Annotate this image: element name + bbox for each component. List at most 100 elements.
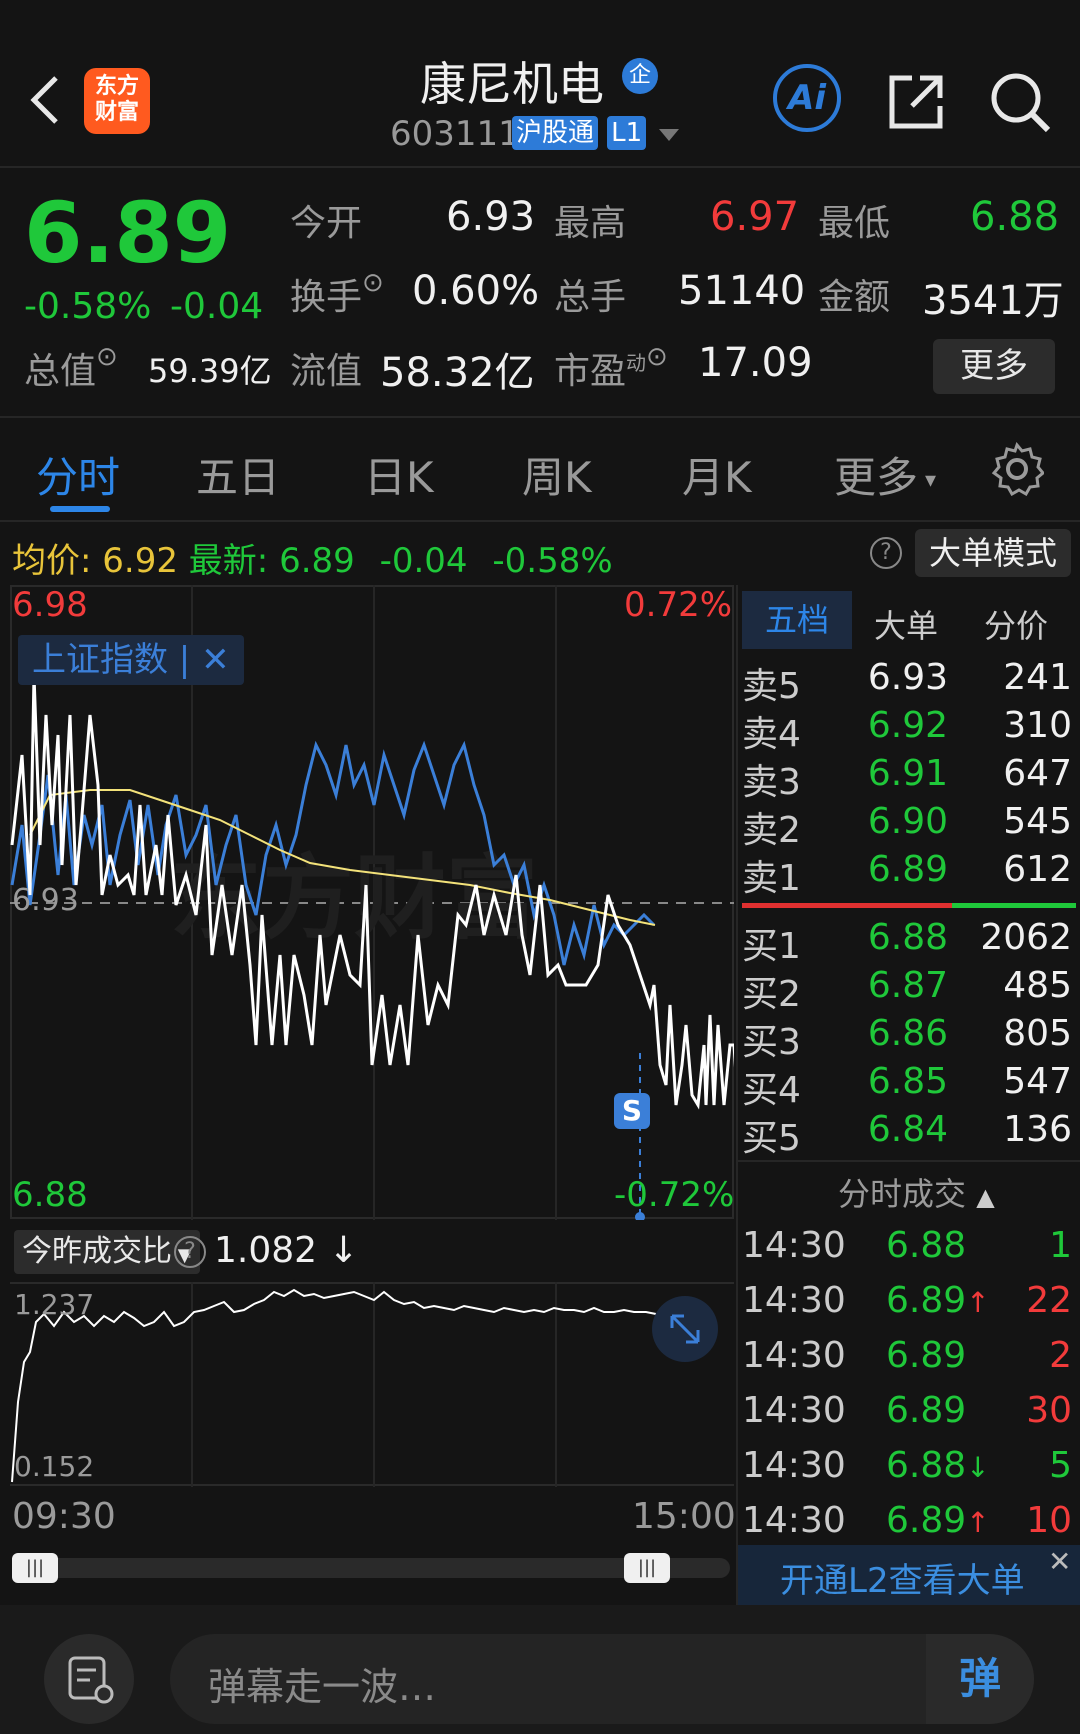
info-icon[interactable]: ⊙ <box>646 342 668 372</box>
avg-value: 6.92 <box>102 541 178 581</box>
settings-gear-icon[interactable] <box>990 441 1046 497</box>
help-icon[interactable]: ? <box>174 1236 206 1268</box>
divider <box>0 520 1080 522</box>
info-bar: 均价: 6.92 最新: 6.89 -0.04 -0.58% ? 大单模式 <box>0 525 1080 585</box>
quote-panel: 6.89 -0.58% -0.04 今开 6.93 最高 6.97 最低 6.8… <box>0 168 1080 418</box>
tick-direction: ↑ <box>966 1506 990 1539</box>
index-overlay-chip[interactable]: 上证指数 | ✕ <box>18 635 244 685</box>
danmu-toggle-button[interactable]: 弹 <box>926 1634 1034 1724</box>
comment-list-icon[interactable] <box>44 1634 134 1724</box>
tick-time: 14:30 <box>742 1225 846 1266</box>
pe-value: 17.09 <box>698 340 813 386</box>
share-icon[interactable] <box>886 72 946 132</box>
bid-volume-bar <box>952 903 1076 908</box>
tab-more[interactable]: 更多 ▾ <box>834 444 936 505</box>
bid-price: 6.87 <box>867 965 948 1006</box>
l2-promo-banner[interactable]: 开通L2查看大单 ✕ <box>738 1545 1080 1605</box>
bid-row[interactable]: 买4 6.85 547 <box>742 1061 1076 1111</box>
current-price: 6.89 <box>24 184 232 282</box>
slider-handle-left[interactable]: ||| <box>12 1553 58 1583</box>
ticks-title[interactable]: 分时成交 ▲ <box>838 1169 995 1215</box>
back-icon[interactable] <box>26 72 66 128</box>
ratio-selector[interactable]: 今昨成交比 ▼ <box>14 1230 200 1274</box>
tab-daily-k[interactable]: 日K <box>364 444 434 505</box>
tick-time: 14:30 <box>742 1500 846 1541</box>
caret-up-icon: ▲ <box>976 1183 995 1211</box>
more-button[interactable]: 更多 <box>933 339 1055 394</box>
ask-row[interactable]: 卖5 6.93 241 <box>742 657 1076 707</box>
market-selector[interactable]: 沪股通 L1 <box>512 116 680 150</box>
pe-label: 市盈动⊙ <box>554 342 668 392</box>
amount-value: 3541万 <box>922 278 1064 324</box>
search-icon[interactable] <box>988 70 1052 134</box>
bid-level-label: 买4 <box>742 1070 801 1111</box>
ask-price: 6.91 <box>867 753 948 794</box>
big-order-mode-button[interactable]: 大单模式 <box>915 529 1071 577</box>
tick-price: 6.88 <box>886 1445 967 1486</box>
close-icon[interactable]: ✕ <box>201 640 230 680</box>
mid-price-label: 6.93 <box>12 883 79 918</box>
level-tag: L1 <box>607 116 647 150</box>
tab-bar: 分时 五日 日K 周K 月K 更多 ▾ <box>0 418 1080 520</box>
comment-input[interactable]: 弹幕走一波… 弹 <box>170 1634 1034 1724</box>
slider-handle-right[interactable]: ||| <box>624 1553 670 1583</box>
tick-volume: 30 <box>1026 1390 1072 1431</box>
tab-five-day[interactable]: 五日 <box>196 444 280 505</box>
intraday-chart[interactable]: 东方财富 6.98 0.72% 6.93 6.88 -0.72% 上证指数 | … <box>10 585 740 1222</box>
bid-row[interactable]: 买2 6.87 485 <box>742 965 1076 1015</box>
orderbook-tab-price-dist[interactable]: 分价 <box>984 601 1048 647</box>
close-icon[interactable]: ✕ <box>1048 1545 1071 1578</box>
float-cap-value: 58.32亿 <box>380 350 535 396</box>
tick-price: 6.89 <box>886 1280 967 1321</box>
tab-weekly-k[interactable]: 周K <box>522 444 592 505</box>
bid-row[interactable]: 买5 6.84 136 <box>742 1109 1076 1159</box>
bid-volume: 805 <box>1003 1013 1072 1054</box>
max-pct-label: 0.72% <box>624 585 733 625</box>
info-icon[interactable]: ⊙ <box>96 342 118 372</box>
ask-row[interactable]: 卖2 6.90 545 <box>742 801 1076 851</box>
bid-volume: 485 <box>1003 965 1072 1006</box>
ask-price: 6.90 <box>867 801 948 842</box>
avg-label: 均价: <box>12 541 92 581</box>
divider <box>738 1160 1080 1162</box>
tick-time: 14:30 <box>742 1335 846 1376</box>
time-range-slider[interactable] <box>12 1558 730 1578</box>
bid-row[interactable]: 买1 6.88 2062 <box>742 917 1076 967</box>
bid-volume: 2062 <box>980 917 1072 958</box>
bid-volume: 136 <box>1003 1109 1072 1150</box>
latest-value: 6.89 <box>279 541 355 581</box>
latest-change-pct: -0.58% <box>492 541 613 581</box>
ratio-chart: 1.237 0.152 <box>10 1282 734 1487</box>
tick-volume: 10 <box>1026 1500 1072 1541</box>
latest-label: 最新: <box>188 541 269 581</box>
tick-row: 14:30 6.88↓ 5 <box>742 1445 1076 1497</box>
market-tag: 沪股通 <box>512 116 599 150</box>
sell-signal-marker[interactable]: S <box>614 1093 650 1129</box>
ask-row[interactable]: 卖4 6.92 310 <box>742 705 1076 755</box>
info-icon[interactable]: ⊙ <box>362 268 384 298</box>
stock-code: 603111 <box>390 114 520 154</box>
help-icon[interactable]: ? <box>870 537 902 569</box>
ask-row[interactable]: 卖1 6.89 612 <box>742 849 1076 899</box>
tick-volume: 22 <box>1026 1280 1072 1321</box>
orderbook-tab-big-order[interactable]: 大单 <box>874 601 938 647</box>
tick-time: 14:30 <box>742 1445 846 1486</box>
tick-direction: ↓ <box>966 1451 990 1484</box>
expand-icon[interactable] <box>652 1296 718 1362</box>
change-value: -0.04 <box>170 286 264 327</box>
ask-level-label: 卖1 <box>742 858 801 899</box>
tab-monthly-k[interactable]: 月K <box>682 444 752 505</box>
ratio-max-label: 1.237 <box>14 1288 95 1321</box>
enterprise-badge-icon: 企 <box>622 58 658 94</box>
ai-button[interactable]: Ai <box>773 64 841 132</box>
bid-level-label: 买5 <box>742 1118 801 1159</box>
orderbook-tab-five-level[interactable]: 五档 <box>742 591 852 649</box>
eastmoney-logo[interactable]: 东方 财富 <box>84 68 150 134</box>
ratio-value: 1.082 ↓ <box>214 1230 359 1271</box>
bid-row[interactable]: 买3 6.86 805 <box>742 1013 1076 1063</box>
tab-intraday[interactable]: 分时 <box>36 444 120 505</box>
open-label: 今开 <box>290 203 363 244</box>
ask-row[interactable]: 卖3 6.91 647 <box>742 753 1076 803</box>
tick-row: 14:30 6.88 1 <box>742 1225 1076 1277</box>
bid-price: 6.84 <box>867 1109 948 1150</box>
